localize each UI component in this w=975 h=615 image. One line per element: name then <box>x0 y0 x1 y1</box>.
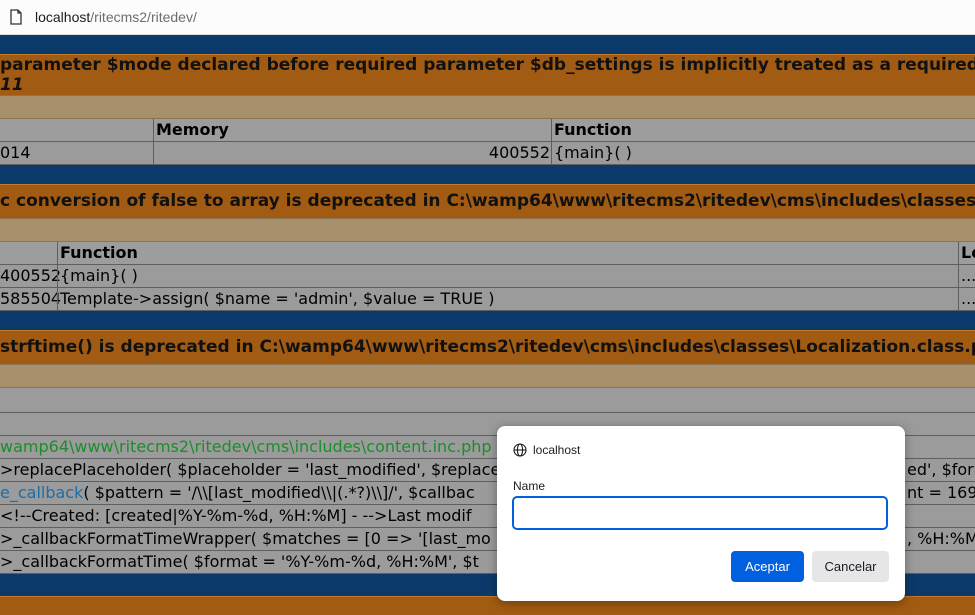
error-separator <box>0 311 975 330</box>
col-location: Lo <box>958 242 975 264</box>
function-cell-right: , %H:%M <box>907 529 975 548</box>
table-header-row: Memory Function <box>0 119 975 142</box>
callback-link[interactable]: e_callback <box>0 483 83 502</box>
error-2-text: c conversion of false to array is deprec… <box>0 191 975 211</box>
function-cell: {main}( ) <box>57 265 959 287</box>
accept-button[interactable]: Aceptar <box>731 551 804 582</box>
location-cell: ... <box>958 265 975 287</box>
location-cell: ... <box>958 288 975 310</box>
error-1-line: 11 <box>0 75 24 95</box>
call-stack-header-bar <box>0 218 975 242</box>
function-cell-right: ed', $form <box>907 460 975 479</box>
table-row: 014 400552 {main}( ) <box>0 142 975 165</box>
table-row <box>0 388 975 413</box>
error-separator <box>0 165 975 184</box>
table-header-row: Function Lo <box>0 242 975 265</box>
col-memory: Memory <box>153 119 552 141</box>
prompt-dialog: localhost Name Aceptar Cancelar <box>497 426 905 601</box>
url-host: localhost <box>35 9 91 25</box>
browser-address-bar[interactable]: localhost/ritecms2/ritedev/ <box>0 0 975 35</box>
function-cell: <!--Created: [created|%Y-%m-%d, %H:%M] -… <box>0 506 472 525</box>
cancel-button[interactable]: Cancelar <box>812 551 889 582</box>
function-cell: {main}( ) <box>551 142 975 164</box>
time-cell: 014 <box>0 143 31 162</box>
col-function: Function <box>57 242 959 264</box>
function-cell: e_callback( $pattern = '/\\[last_modifie… <box>0 482 498 504</box>
callback-args: ( $pattern = '/\\[last_modified\\|(.*?)\… <box>83 483 475 502</box>
page-icon <box>10 9 22 25</box>
url-path: /ritecms2/ritedev/ <box>90 9 197 25</box>
memory-cell: 400552 <box>0 266 62 285</box>
call-stack-header-bar <box>0 95 975 119</box>
memory-cell: 400552 <box>153 142 552 164</box>
table-row: 585504 Template->assign( $name = 'admin'… <box>0 288 975 311</box>
table-row: 400552 {main}( ) ... <box>0 265 975 288</box>
error-message-1: parameter $mode declared before required… <box>0 54 975 95</box>
function-cell-right: nt = 1695 <box>907 483 975 502</box>
url-text[interactable]: localhost/ritecms2/ritedev/ <box>35 9 197 25</box>
error-separator <box>0 35 975 54</box>
dialog-origin-text: localhost <box>533 443 581 457</box>
col-function: Function <box>551 119 975 141</box>
error-message-3: strftime() is deprecated in C:\wamp64\ww… <box>0 330 975 364</box>
name-input[interactable] <box>512 496 888 530</box>
error-3-text: strftime() is deprecated in C:\wamp64\ww… <box>0 337 975 357</box>
memory-cell: 585504 <box>0 289 62 308</box>
function-cell: >_callbackFormatTimeWrapper( $matches = … <box>0 529 491 548</box>
function-cell: >replacePlaceholder( $placeholder = 'las… <box>0 460 501 479</box>
dialog-origin: localhost <box>513 443 580 457</box>
call-stack-header-bar <box>0 364 975 388</box>
function-cell: Template->assign( $name = 'admin', $valu… <box>57 288 959 310</box>
name-label: Name <box>513 479 546 493</box>
function-cell: >_callbackFormatTime( $format = '%Y-%m-%… <box>0 552 479 571</box>
error-1-text: parameter $mode declared before required… <box>0 55 975 75</box>
error-message-2: c conversion of false to array is deprec… <box>0 184 975 218</box>
globe-icon <box>513 443 527 457</box>
